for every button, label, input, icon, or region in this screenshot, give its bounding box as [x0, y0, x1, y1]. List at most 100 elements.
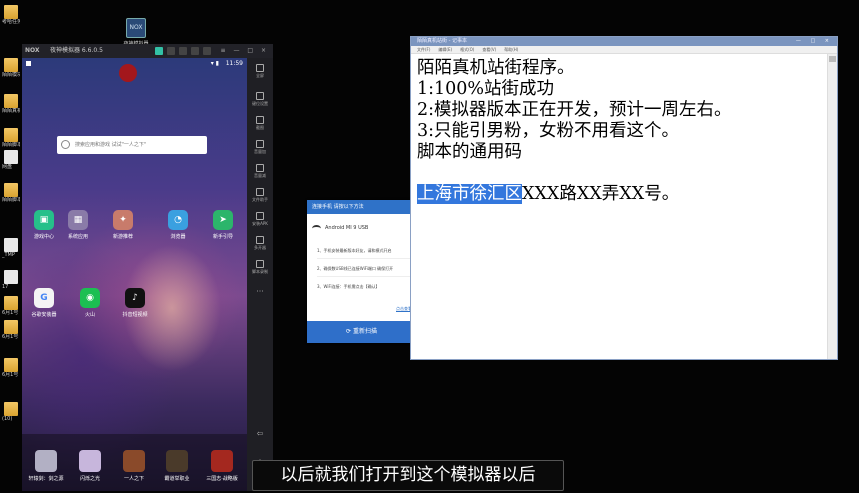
- app-label: 系统应用: [67, 234, 88, 240]
- connect-step-2: 2、确保数USB线已连接WiFi端口 确保打开: [317, 266, 413, 277]
- desktop-icon[interactable]: 陌陌模块: [2, 58, 20, 78]
- notepad-text-area[interactable]: 陌陌真机站街程序。 1:100%站街成功 2:模拟器版本正在开发，预计一周左右。…: [411, 54, 827, 352]
- android-screen[interactable]: ▾ ▮ 11:59 搜索应用和游戏 试试"一人之下" ▣ 游戏中心 ▦ 系统应用 ✦ 新游…: [22, 58, 247, 491]
- emulator-window-controls[interactable]: ≡ — □ ×: [221, 44, 269, 58]
- app-label: 谷歌安装器: [31, 312, 57, 318]
- status-time: 11:59: [225, 60, 243, 67]
- notepad-window: 陌陌真机站街 - 记事本 — □ × 文件(F) 编辑(E) 格式(O) 查看(V) 帮…: [410, 36, 838, 360]
- sidebar-item-5[interactable]: 音量减: [247, 164, 273, 179]
- notepad-window-controls[interactable]: — □ ×: [796, 37, 833, 46]
- desktop-icon[interactable]: 陌陌真机 6月1: [2, 94, 20, 114]
- sidebar-tool-icon: [256, 164, 264, 172]
- sidebar-item-2[interactable]: 键位设置: [247, 92, 273, 107]
- app-search-bar[interactable]: 搜索应用和游戏 试试"一人之下": [57, 136, 207, 154]
- desktop-icon-label: 网盘: [2, 164, 13, 170]
- dock-app-1[interactable]: 轩辕剑：剑之源: [24, 450, 68, 482]
- app-8[interactable]: ♪ 抖音短视频: [117, 288, 153, 318]
- selected-address-text[interactable]: 上海市徐汇区: [417, 184, 522, 204]
- dock-app-label: 霸道举职业: [164, 476, 190, 482]
- sidebar-tool-icon: [256, 188, 264, 196]
- app-4[interactable]: ◔ 浏览器: [160, 210, 196, 240]
- connect-step-3: 3、WiFi连接：手机需点击【确认】: [317, 284, 380, 289]
- menu-item[interactable]: 查看(V): [482, 47, 496, 52]
- text-line-1: 陌陌真机站街程序。: [417, 58, 575, 78]
- notepad-titlebar: 陌陌真机站街 - 记事本 — □ ×: [411, 37, 837, 46]
- scrollbar-thumb[interactable]: [829, 56, 836, 62]
- app-5[interactable]: ➤ 新手引导: [205, 210, 241, 240]
- toolbar-user-icon[interactable]: [203, 47, 211, 55]
- sidebar-item-9[interactable]: 脚本录制: [247, 260, 273, 275]
- menu-item[interactable]: 文件(F): [417, 47, 430, 52]
- connect-step-1: 1、手机安装最新版本好友，请和模式开启: [317, 248, 413, 259]
- desktop-icon[interactable]: (10): [2, 402, 20, 422]
- desktop-icon[interactable]: 网盘: [2, 150, 20, 170]
- desktop-icon[interactable]: 考哈任务 +类: [2, 5, 20, 25]
- sidebar-item-label: ···: [256, 287, 264, 296]
- file-icon: [4, 270, 18, 284]
- dock-app-3[interactable]: 一人之下: [112, 450, 156, 482]
- dock-app-5[interactable]: 三国志·战略版: [200, 450, 244, 482]
- connect-dialog-title: 连接手机 请按以下方法: [307, 200, 416, 214]
- app-7[interactable]: ◉ 火山: [72, 288, 108, 318]
- toolbar-shirt-icon[interactable]: [179, 47, 187, 55]
- app-3[interactable]: ✦ 新游推荐: [105, 210, 141, 240]
- desktop-icon-label: 陌陌模块: [2, 72, 20, 78]
- desktop-icon[interactable]: _TMP: [2, 238, 20, 258]
- desktop-icon[interactable]: 陌陌脚本: [2, 128, 20, 148]
- sidebar-item-10[interactable]: ···: [247, 286, 273, 296]
- app-icon: ✦: [113, 210, 133, 230]
- dock-app-4[interactable]: 霸道举职业: [155, 450, 199, 482]
- dock-app-2[interactable]: 闪烁之光: [68, 450, 112, 482]
- sidebar-item-label: 音量减: [254, 173, 266, 178]
- desktop-icon[interactable]: 17: [2, 270, 20, 290]
- menu-item[interactable]: 帮助(H): [504, 47, 518, 52]
- rescan-label: 重新扫描: [352, 328, 377, 335]
- text-line-3: 2:模拟器版本正在开发，预计一周左右。: [417, 100, 732, 120]
- toolbar-settings-icon[interactable]: [191, 47, 199, 55]
- rescan-button[interactable]: ⟳ 重新扫描: [307, 321, 416, 343]
- menu-item[interactable]: 格式(O): [460, 47, 474, 52]
- desktop-icon-label: 陌陌脚本: [2, 197, 20, 203]
- sidebar-tool-icon: [256, 92, 264, 100]
- desktop-icon-column: 考哈任务 +类陌陌模块陌陌真机 6月1陌陌脚本网盘陌陌脚本_TMP176月1号6…: [0, 0, 22, 493]
- game-icon: [35, 450, 57, 472]
- app-icon: ◉: [80, 288, 100, 308]
- desktop-icon[interactable]: 陌陌脚本: [2, 183, 20, 203]
- nox-desktop-shortcut[interactable]: NOX 夜神模拟器: [118, 18, 154, 47]
- app-icon: ➤: [213, 210, 233, 230]
- desktop-icon[interactable]: 6月1号: [2, 296, 20, 316]
- connect-phone-dialog: 连接手机 请按以下方法 Android MI 9 USB 1、手机安装最新版本好…: [307, 200, 416, 343]
- dock-app-label: 闪烁之光: [79, 476, 100, 482]
- desktop-icon-label: 17: [2, 284, 9, 290]
- desktop-icon-label: 陌陌真机 6月1: [2, 108, 20, 114]
- app-label: 火山: [84, 312, 95, 318]
- video-subtitle: 以后就我们打开到这个模拟器以后: [252, 460, 564, 491]
- wifi-icon: [312, 225, 321, 232]
- app-6[interactable]: G 谷歌安装器: [26, 288, 62, 318]
- sidebar-item-4[interactable]: 音量加: [247, 140, 273, 155]
- sidebar-item-label: 文件助手: [252, 197, 268, 202]
- sidebar-item-3[interactable]: 截图: [247, 116, 273, 131]
- sidebar-item-label: 音量加: [254, 149, 266, 154]
- desktop-icon[interactable]: 6月1号: [2, 358, 20, 378]
- sidebar-item-6[interactable]: 文件助手: [247, 188, 273, 203]
- app-label: 抖音短视频: [122, 312, 148, 318]
- menu-item[interactable]: 编辑(E): [438, 47, 452, 52]
- app-label: 游戏中心: [33, 234, 54, 240]
- sidebar-tool-icon: [256, 116, 264, 124]
- app-2[interactable]: ▦ 系统应用: [60, 210, 96, 240]
- folder-icon: [4, 128, 18, 142]
- text-line-5: 脚本的通用码: [417, 142, 522, 162]
- sidebar-item-8[interactable]: 多开器: [247, 236, 273, 251]
- app-1[interactable]: ▣ 游戏中心: [26, 210, 62, 240]
- toolbar-home-icon[interactable]: [155, 47, 163, 55]
- folder-icon: [4, 296, 18, 310]
- text-line-4: 3:只能引男粉，女粉不用看这个。: [417, 121, 680, 141]
- sidebar-item-7[interactable]: 安装APK: [247, 212, 273, 227]
- text-line-address: 上海市徐汇区XXX路XX弄XX号。: [417, 184, 827, 205]
- notepad-scrollbar[interactable]: [827, 54, 837, 359]
- desktop-icon[interactable]: 6月1号: [2, 320, 20, 340]
- sidebar-item-1[interactable]: 全屏: [247, 64, 273, 79]
- sidebar-item-11[interactable]: ⇦: [247, 428, 273, 438]
- toolbar-multi-icon[interactable]: [167, 47, 175, 55]
